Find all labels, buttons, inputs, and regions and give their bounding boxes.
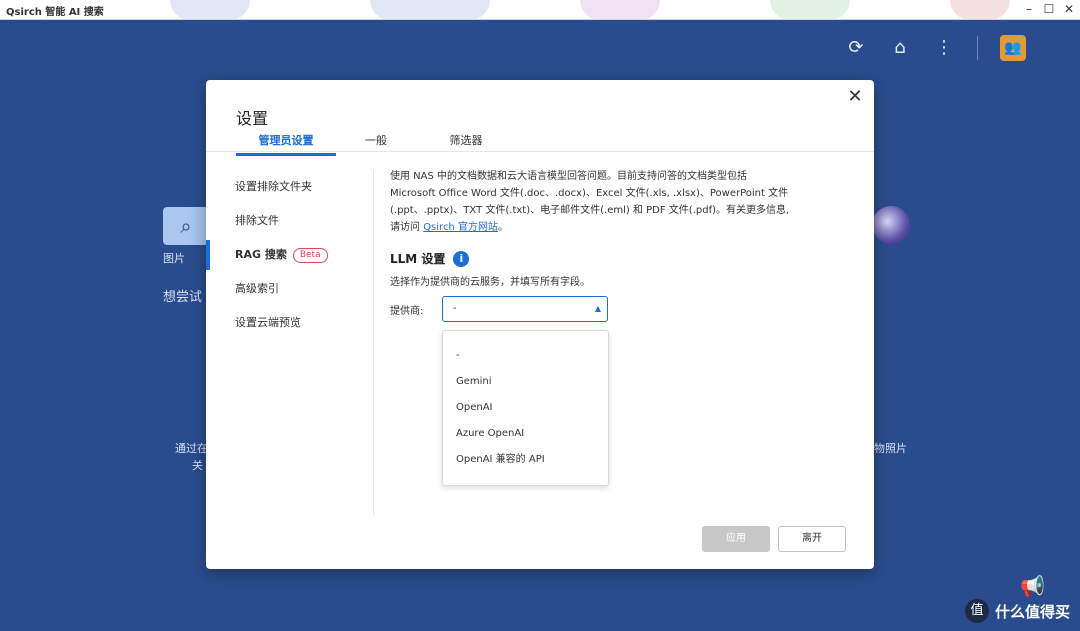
user-avatar-icon[interactable]: 👥 [1000, 35, 1026, 61]
dialog-footer: 应用 离开 [702, 526, 846, 552]
sidebar-item-rag-search[interactable]: RAG 搜索 Beta [206, 238, 374, 272]
description-line: 使用 NAS 中的文档数据和云大语言模型回答问题。目前支持问答的文档类型包括 [390, 171, 748, 182]
provider-dropdown: - Gemini OpenAI Azure OpenAI OpenAI 兼容的 … [442, 330, 609, 486]
beta-badge: Beta [292, 248, 328, 263]
provider-selected-value: - [453, 303, 457, 314]
caret-up-icon: ▲ [594, 304, 601, 313]
rag-description: 使用 NAS 中的文档数据和云大语言模型回答问题。目前支持问答的文档类型包括 M… [390, 168, 850, 236]
provider-option-openai-compatible[interactable]: OpenAI 兼容的 API [443, 447, 608, 473]
app-title: Qsirch 智能 AI 搜索 [6, 7, 104, 18]
toolbar-divider [977, 36, 978, 60]
more-vert-icon[interactable]: ⋮ [933, 37, 955, 59]
window-controls: – ☐ ✕ [1022, 2, 1076, 16]
tab-divider [206, 151, 874, 152]
titlebar-decoration [950, 0, 1010, 20]
window-titlebar: Qsirch 智能 AI 搜索 – ☐ ✕ [0, 0, 1080, 20]
watermark-logo-icon: 值 [964, 599, 989, 623]
qsirch-website-link[interactable]: Qsirch 官方网站 [423, 222, 498, 233]
bg-label-try: 想尝试 [163, 290, 203, 305]
bg-label-right: 物照片 [874, 442, 907, 455]
sidebar-item-label: 设置云端预览 [235, 316, 301, 329]
provider-option-none[interactable]: - [443, 343, 608, 369]
watermark-text: 什么值得买 [994, 602, 1070, 621]
refresh-icon[interactable]: ⟳ [845, 37, 867, 59]
tab-admin-settings[interactable]: 管理员设置 [236, 132, 336, 156]
tab-filters[interactable]: 筛选器 [416, 132, 516, 156]
sidebar-item-label: 排除文件 [235, 214, 279, 227]
titlebar-decoration [580, 0, 660, 20]
provider-label: 提供商: [390, 305, 424, 317]
llm-title-text: LLM 设置 [390, 252, 446, 266]
description-line: Microsoft Office Word 文件(.doc、.docx)、Exc… [390, 188, 789, 199]
apply-button[interactable]: 应用 [702, 526, 770, 552]
watermark: 值 什么值得买 [964, 599, 1070, 623]
leave-button[interactable]: 离开 [778, 526, 846, 552]
provider-option-openai[interactable]: OpenAI [443, 395, 608, 421]
megaphone-icon[interactable]: 📢 [1020, 574, 1060, 598]
sidebar-item-label: 高级索引 [235, 282, 279, 295]
rag-settings-content: 使用 NAS 中的文档数据和云大语言模型回答问题。目前支持问答的文档类型包括 M… [390, 168, 850, 322]
close-icon[interactable]: ✕ [846, 88, 864, 106]
top-toolbar: ⟳ ⌂ ⋮ 👥 [845, 35, 1026, 61]
minimize-icon[interactable]: – [1022, 2, 1036, 16]
dialog-title: 设置 [236, 109, 269, 128]
ai-orb-icon[interactable] [872, 206, 910, 244]
titlebar-decoration [170, 0, 250, 20]
sidebar-item-exclude-files[interactable]: 排除文件 [206, 204, 374, 238]
settings-dialog: ✕ 设置 管理员设置 一般 筛选器 设置排除文件夹 排除文件 RAG 搜索 Bet… [206, 80, 874, 569]
description-line: (.ppt、.pptx)、TXT 文件(.txt)、电子邮件文件(.eml) 和… [390, 205, 790, 216]
description-line: 请访问 Qsirch 官方网站。 [390, 219, 850, 236]
provider-select[interactable]: - ▲ [442, 296, 608, 322]
tab-general[interactable]: 一般 [336, 132, 416, 156]
titlebar-decoration [770, 0, 850, 20]
provider-option-gemini[interactable]: Gemini [443, 369, 608, 395]
description-suffix: 。 [497, 222, 508, 233]
sidebar-item-exclude-folders[interactable]: 设置排除文件夹 [206, 170, 374, 204]
sidebar-item-label: RAG 搜索 [235, 248, 287, 261]
search-icon[interactable]: ⌕ [163, 207, 209, 245]
sidebar-item-advanced-index[interactable]: 高级索引 [206, 272, 374, 306]
settings-tabs: 管理员设置 一般 筛选器 [236, 132, 516, 156]
description-prefix: 请访问 [390, 222, 420, 233]
settings-sidebar: 设置排除文件夹 排除文件 RAG 搜索 Beta 高级索引 设置云端预览 [206, 170, 374, 340]
provider-option-azure-openai[interactable]: Azure OpenAI [443, 421, 608, 447]
close-window-icon[interactable]: ✕ [1062, 2, 1076, 16]
bg-label-image: 图片 [163, 252, 185, 265]
info-icon[interactable]: i [453, 250, 470, 267]
titlebar-decoration [370, 0, 490, 20]
sidebar-divider [373, 170, 374, 516]
llm-settings-heading: LLM 设置 i [390, 250, 850, 267]
bg-label-left-2: 关 [192, 459, 203, 472]
maximize-icon[interactable]: ☐ [1042, 2, 1056, 16]
tray-icon[interactable]: ⌂ [889, 37, 911, 59]
llm-subtitle: 选择作为提供商的云服务，并填写所有字段。 [390, 277, 590, 288]
provider-row: 提供商: - ▲ [390, 296, 850, 322]
sidebar-item-label: 设置排除文件夹 [235, 180, 312, 193]
bg-label-left-1: 通过在 [175, 442, 208, 455]
sidebar-item-cloud-preview[interactable]: 设置云端预览 [206, 306, 374, 340]
